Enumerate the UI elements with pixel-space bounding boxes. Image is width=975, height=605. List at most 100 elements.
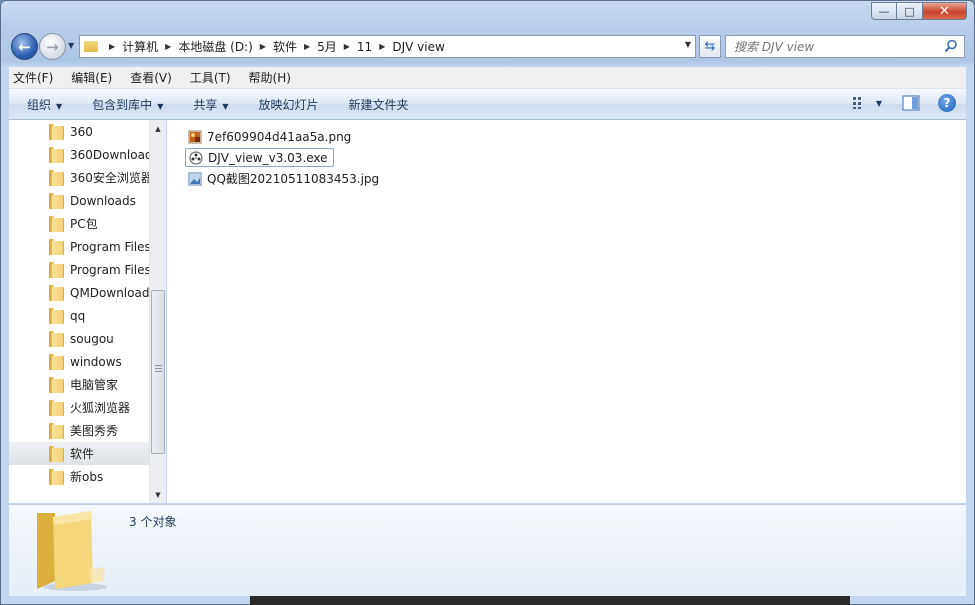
refresh-icon: ⇆ xyxy=(704,39,716,54)
menu-help[interactable]: 帮助(H) xyxy=(249,69,291,86)
breadcrumb-software[interactable]: 软件 xyxy=(273,38,297,55)
folder-icon xyxy=(49,445,64,462)
address-dropdown[interactable]: ▼ xyxy=(685,40,691,49)
folder-icon xyxy=(49,330,64,347)
tree-item-label: 美图秀秀 xyxy=(70,424,119,438)
grip-icon xyxy=(155,365,162,372)
tree-folder-item[interactable]: windows xyxy=(9,350,149,373)
chevron-down-icon: ▼ xyxy=(222,101,229,111)
command-bar-right: ▼ ? xyxy=(838,94,956,112)
share-button[interactable]: 共享 ▼ xyxy=(193,96,228,113)
tree-folder-item[interactable]: 火狐浏览器 xyxy=(9,396,149,419)
tree-folder-item[interactable]: 新obs xyxy=(9,465,149,488)
organize-button[interactable]: 组织 ▼ xyxy=(27,96,62,113)
tree-folder-item[interactable]: sougou xyxy=(9,327,149,350)
folder-icon xyxy=(49,215,64,232)
details-pane: 3 个对象 xyxy=(9,504,966,596)
tree-folder-item[interactable]: qq xyxy=(9,304,149,327)
folder-icon xyxy=(84,41,98,52)
tree-item-label: 360Download xyxy=(70,147,149,162)
chevron-right-icon[interactable]: ▶ xyxy=(260,42,266,51)
new-folder-button[interactable]: 新建文件夹 xyxy=(349,96,409,113)
search-box[interactable] xyxy=(725,35,965,58)
tree-folder-item[interactable]: Program Files xyxy=(9,235,149,258)
file-list: 7ef609904d41aa5a.png DJV_view_v3.03.exe … xyxy=(167,120,966,503)
forward-button[interactable]: → xyxy=(39,33,66,60)
navigation-pane: 360 360Download 360安全浏览器 Downloads PC包 P… xyxy=(9,120,166,503)
tree-folder-item[interactable]: QMDownload xyxy=(9,281,149,304)
breadcrumb-drive-d[interactable]: 本地磁盘 (D:) xyxy=(178,38,252,55)
tree-item-label: 软件 xyxy=(70,447,95,461)
change-view-icon[interactable] xyxy=(852,96,868,110)
preview-pane-icon[interactable] xyxy=(902,95,920,111)
png-image-icon xyxy=(188,130,202,143)
tree-folder-item[interactable]: Downloads xyxy=(9,189,149,212)
folder-icon xyxy=(49,468,64,485)
tree-folder-item[interactable]: 360 xyxy=(9,120,149,143)
scrollbar-thumb[interactable] xyxy=(151,290,165,454)
tree-folder-item-selected[interactable]: 软件 xyxy=(9,442,149,465)
minimize-button[interactable]: — xyxy=(871,2,897,20)
back-button[interactable]: ← xyxy=(11,33,38,60)
menu-file[interactable]: 文件(F) xyxy=(13,69,53,86)
file-name: DJV_view_v3.03.exe xyxy=(208,150,328,165)
search-icon[interactable] xyxy=(944,39,958,53)
slideshow-button[interactable]: 放映幻灯片 xyxy=(259,96,319,113)
file-item[interactable]: 7ef609904d41aa5a.png xyxy=(185,127,356,146)
chevron-right-icon[interactable]: ▶ xyxy=(344,42,350,51)
navigation-pane-scrollbar[interactable]: ▲ ▼ xyxy=(149,120,166,503)
close-button[interactable]: ✕ xyxy=(923,2,967,20)
chevron-right-icon[interactable]: ▶ xyxy=(379,42,385,51)
file-item-focused[interactable]: DJV_view_v3.03.exe xyxy=(185,148,334,167)
folder-icon xyxy=(49,353,64,370)
include-in-library-button[interactable]: 包含到库中 ▼ xyxy=(92,96,163,113)
folder-icon xyxy=(49,399,64,416)
tree-item-label: PC包 xyxy=(70,217,98,231)
address-bar[interactable]: ▶ 计算机 ▶ 本地磁盘 (D:) ▶ 软件 ▶ 5月 ▶ 11 ▶ DJV v… xyxy=(79,35,696,58)
tree-folder-item[interactable]: Program Files xyxy=(9,258,149,281)
breadcrumb-11[interactable]: 11 xyxy=(357,40,372,54)
navigation-bar: ← → ▼ ▶ 计算机 ▶ 本地磁盘 (D:) ▶ 软件 ▶ 5月 ▶ 11 ▶… xyxy=(9,31,966,61)
breadcrumb-may[interactable]: 5月 xyxy=(317,38,337,55)
tree-folder-item[interactable]: 360安全浏览器 xyxy=(9,166,149,189)
tree-item-label: Program Files xyxy=(70,262,149,277)
breadcrumb-computer[interactable]: 计算机 xyxy=(122,38,158,55)
recent-pages-dropdown[interactable]: ▼ xyxy=(68,41,74,50)
organize-label: 组织 xyxy=(27,97,52,112)
file-item[interactable]: QQ截图20210511083453.jpg xyxy=(185,169,384,188)
folder-icon xyxy=(49,261,64,278)
scroll-down-button[interactable]: ▼ xyxy=(150,486,166,503)
refresh-button[interactable]: ⇆ xyxy=(699,35,721,58)
menu-view[interactable]: 查看(V) xyxy=(130,69,172,86)
folder-icon xyxy=(49,238,64,255)
search-input[interactable] xyxy=(726,36,936,57)
scroll-up-button[interactable]: ▲ xyxy=(150,120,166,137)
tree-item-label: Program Files xyxy=(70,239,149,254)
view-options-dropdown[interactable]: ▼ xyxy=(876,99,882,108)
menu-bar: 文件(F) 编辑(E) 查看(V) 工具(T) 帮助(H) xyxy=(9,67,966,89)
taskbar-strip xyxy=(250,596,850,605)
help-icon[interactable]: ? xyxy=(938,94,956,112)
tree-item-label: 360 xyxy=(70,124,93,139)
tree-item-label: 火狐浏览器 xyxy=(70,401,131,415)
tree-item-label: 电脑管家 xyxy=(70,378,119,392)
folder-icon xyxy=(49,146,64,163)
chevron-right-icon[interactable]: ▶ xyxy=(109,42,115,51)
menu-tools[interactable]: 工具(T) xyxy=(190,69,231,86)
tree-item-label: sougou xyxy=(70,331,114,346)
maximize-button[interactable]: □ xyxy=(897,2,923,20)
menu-edit[interactable]: 编辑(E) xyxy=(71,69,112,86)
include-library-label: 包含到库中 xyxy=(92,97,153,112)
chevron-right-icon[interactable]: ▶ xyxy=(304,42,310,51)
share-label: 共享 xyxy=(193,97,218,112)
tree-folder-item[interactable]: PC包 xyxy=(9,212,149,235)
file-name: QQ截图20210511083453.jpg xyxy=(207,172,380,186)
chevron-right-icon[interactable]: ▶ xyxy=(165,42,171,51)
tree-folder-item[interactable]: 美图秀秀 xyxy=(9,419,149,442)
tree-folder-item[interactable]: 电脑管家 xyxy=(9,373,149,396)
tree-folder-item[interactable]: 360Download xyxy=(9,143,149,166)
command-bar: 组织 ▼ 包含到库中 ▼ 共享 ▼ 放映幻灯片 新建文件夹 ▼ ? xyxy=(9,89,966,120)
explorer-window: — □ ✕ ← → ▼ ▶ 计算机 ▶ 本地磁盘 (D:) ▶ 软件 ▶ 5月 … xyxy=(0,0,975,605)
breadcrumb-djv-view[interactable]: DJV view xyxy=(392,40,444,54)
folder-icon xyxy=(49,422,64,439)
